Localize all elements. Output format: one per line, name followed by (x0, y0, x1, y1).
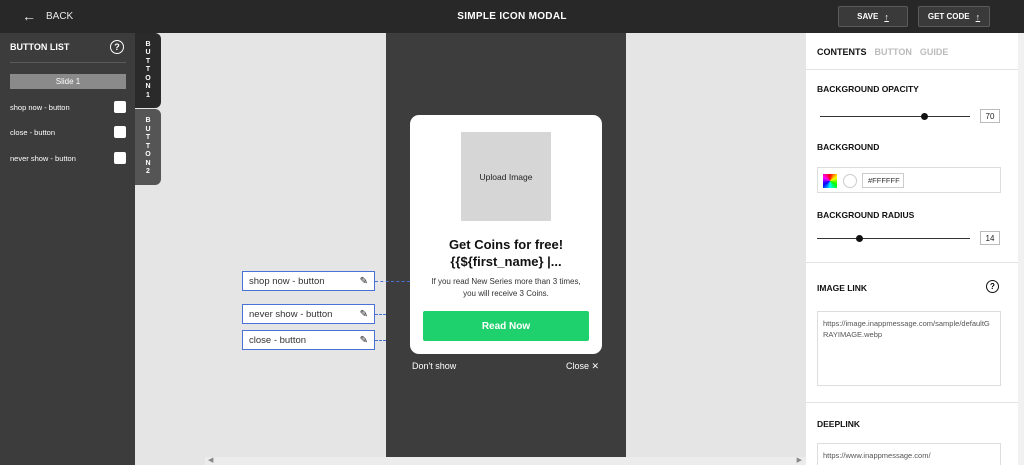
tab-button2[interactable]: B U T T O N 2 (135, 109, 161, 185)
image-link-label: IMAGE LINK (817, 283, 868, 293)
bg-opacity-label: BACKGROUND OPACITY (817, 84, 919, 94)
tab-letter: N (145, 83, 151, 91)
dont-show-button[interactable]: Don't show (412, 361, 456, 371)
scroll-right-icon[interactable]: ▶ (797, 456, 802, 464)
tab-guide[interactable]: GUIDE (920, 47, 949, 57)
bg-radius-label: BACKGROUND RADIUS (817, 210, 915, 220)
tab-letter: 1 (146, 91, 150, 99)
help-icon[interactable]: ? (110, 40, 124, 54)
deeplink-input[interactable]: https://www.inappmessage.com/ (817, 443, 1001, 465)
upload-icon: ↑ (884, 11, 889, 22)
divider (806, 402, 1018, 403)
tab-letter: T (145, 66, 151, 74)
connector-line (375, 314, 386, 315)
modal-description-line: If you read New Series more than 3 times… (431, 277, 581, 286)
never-show-tag[interactable]: never show - button ✎ (242, 304, 375, 324)
tag-label: shop now - button (249, 275, 325, 287)
upload-image-placeholder[interactable]: Upload Image (461, 132, 551, 221)
visibility-checkbox[interactable] (114, 101, 126, 113)
tab-letter: T (145, 142, 151, 150)
tab-letter: T (145, 57, 151, 65)
slide-chip[interactable]: Slide 1 (10, 74, 126, 89)
modal-title-line: {{${first_name} |... (450, 254, 562, 269)
divider (806, 262, 1018, 263)
button-list-item[interactable]: close - button (10, 125, 126, 139)
color-wheel-icon[interactable] (823, 174, 837, 188)
vertical-scrollbar[interactable] (1018, 33, 1024, 465)
tag-label: never show - button (249, 308, 333, 320)
close-tag[interactable]: close - button ✎ (242, 330, 375, 350)
tab-button1[interactable]: B U T T O N 1 (135, 33, 161, 108)
read-now-button[interactable]: Read Now (423, 311, 589, 341)
pencil-icon[interactable]: ✎ (360, 276, 368, 287)
color-swatch[interactable] (843, 174, 857, 188)
button-list-panel: BUTTON LIST ? Slide 1 shop now - button … (0, 33, 135, 465)
help-icon[interactable]: ? (986, 280, 999, 293)
tab-letter: 2 (146, 168, 150, 176)
tab-letter: O (145, 151, 151, 159)
visibility-checkbox[interactable] (114, 152, 126, 164)
upload-icon: ↑ (975, 11, 981, 22)
save-label: SAVE (857, 12, 879, 21)
button-list-item-label: never show - button (10, 153, 76, 163)
divider (10, 62, 126, 63)
background-hex-input[interactable]: #FFFFFF (862, 173, 904, 188)
divider (806, 69, 1018, 70)
modal-preview[interactable]: Upload Image Get Coins for free! {{${fir… (410, 115, 602, 354)
visibility-checkbox[interactable] (114, 126, 126, 138)
bg-opacity-knob[interactable] (921, 113, 928, 120)
bg-opacity-slider[interactable] (820, 116, 970, 117)
scroll-left-icon[interactable]: ◀ (208, 456, 213, 464)
bg-radius-knob[interactable] (856, 235, 863, 242)
bg-radius-input[interactable]: 14 (980, 231, 1000, 245)
tab-letter: B (145, 117, 151, 125)
tab-letter: B (145, 40, 151, 48)
modal-description-line: you will receive 3 Coins. (463, 289, 549, 298)
tab-letter: U (145, 49, 151, 57)
deeplink-label: DEEPLINK (817, 419, 860, 429)
connector-line (375, 281, 410, 282)
tab-letter: T (145, 134, 151, 142)
get-code-label: GET CODE (927, 12, 970, 21)
modal-title-line: Get Coins for free! (448, 237, 564, 252)
button-list-item-label: close - button (10, 127, 56, 137)
background-color-field: #FFFFFF (817, 167, 1001, 193)
tab-contents[interactable]: CONTENTS (817, 47, 867, 57)
button-list-title: BUTTON LIST (10, 42, 70, 52)
tab-button[interactable]: BUTTON (875, 47, 912, 57)
settings-tabs: CONTENTS BUTTON GUIDE (817, 47, 948, 57)
close-button[interactable]: Close ✕ (566, 361, 599, 372)
modal-title[interactable]: Get Coins for free! {{${first_name} |... (410, 236, 602, 270)
bg-radius-slider[interactable] (817, 238, 970, 239)
background-label: BACKGROUND (817, 142, 880, 152)
settings-panel: CONTENTS BUTTON GUIDE BACKGROUND OPACITY… (806, 33, 1018, 465)
tag-label: close - button (249, 334, 307, 346)
tab-letter: N (145, 159, 151, 167)
tab-letter: O (145, 74, 151, 82)
button-list-item-label: shop now - button (10, 102, 70, 112)
horizontal-scrollbar[interactable]: ◀ ▶ (205, 457, 806, 465)
pencil-icon[interactable]: ✎ (360, 335, 368, 346)
button-list-item[interactable]: never show - button (10, 151, 126, 165)
image-link-input[interactable]: https://image.inappmessage.com/sample/de… (817, 311, 1001, 386)
button-list-item[interactable]: shop now - button (10, 100, 126, 114)
shop-now-tag[interactable]: shop now - button ✎ (242, 271, 375, 291)
modal-description[interactable]: If you read New Series more than 3 times… (420, 276, 592, 300)
pencil-icon[interactable]: ✎ (360, 309, 368, 320)
get-code-button[interactable]: GET CODE ↑ (918, 6, 990, 27)
connector-line (375, 340, 386, 341)
save-button[interactable]: SAVE ↑ (838, 6, 908, 27)
tab-letter: U (145, 125, 151, 133)
top-bar: ← BACK SIMPLE ICON MODAL SAVE ↑ GET CODE… (0, 0, 1024, 33)
bg-opacity-input[interactable]: 70 (980, 109, 1000, 123)
